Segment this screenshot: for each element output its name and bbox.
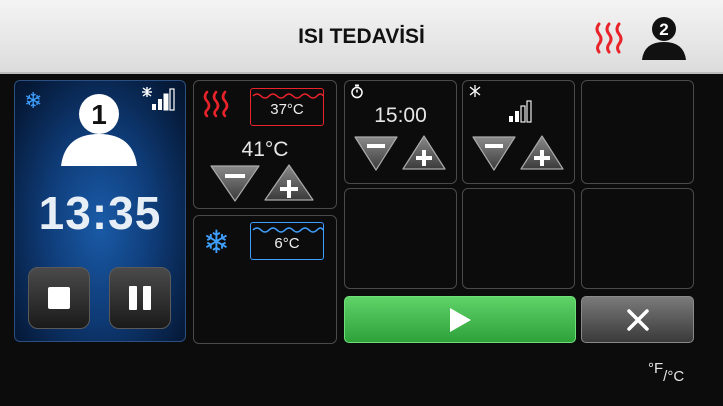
heat-increase-button[interactable] <box>263 163 315 208</box>
duration-decrease-button[interactable] <box>353 134 399 177</box>
snowflake-icon: ❄ <box>203 224 230 260</box>
heat-current-temp: 41°C <box>241 138 289 161</box>
pause-button[interactable] <box>109 267 171 329</box>
stop-button[interactable] <box>28 267 90 329</box>
cooling-intensity-icon <box>142 86 178 117</box>
intensity-decrease-button[interactable] <box>471 134 517 177</box>
session-timer: 13:35 <box>38 187 162 239</box>
cold-target-temp-value: 6°C <box>274 235 300 252</box>
heat-waves-icon <box>593 20 629 59</box>
pause-icon <box>129 286 151 310</box>
user-2-number: 2 <box>659 20 668 39</box>
empty-cell <box>581 188 694 289</box>
temperature-unit-toggle[interactable]: °F/°C <box>648 360 685 385</box>
user-1-icon: 1 <box>55 92 145 173</box>
empty-cell <box>581 80 694 184</box>
heat-waves-icon <box>202 89 238 124</box>
heat-decrease-button[interactable] <box>209 163 261 208</box>
heat-target-temp: 37°C <box>250 88 324 126</box>
duration-increase-button[interactable] <box>401 134 447 177</box>
intensity-level-icon <box>507 98 539 129</box>
cold-target-temp: 6°C <box>250 222 324 260</box>
cooling-intensity-icon <box>468 84 482 103</box>
play-icon <box>450 307 471 332</box>
stop-icon <box>48 287 70 309</box>
user-2-icon[interactable]: 2 <box>637 15 697 66</box>
heat-target-temp-value: 37°C <box>270 101 304 118</box>
unit-fahrenheit: °F <box>648 360 664 377</box>
snowflake-icon: ❄ <box>24 88 43 113</box>
empty-cell <box>344 188 457 289</box>
user-1-number: 1 <box>91 99 107 130</box>
duration-value: 15:00 <box>374 104 427 127</box>
empty-cell <box>462 188 575 289</box>
start-button[interactable] <box>344 296 576 343</box>
intensity-increase-button[interactable] <box>519 134 565 177</box>
unit-celsius: /°C <box>663 368 685 385</box>
close-icon <box>626 308 649 331</box>
cancel-button[interactable] <box>581 296 694 343</box>
timer-icon <box>350 84 364 104</box>
